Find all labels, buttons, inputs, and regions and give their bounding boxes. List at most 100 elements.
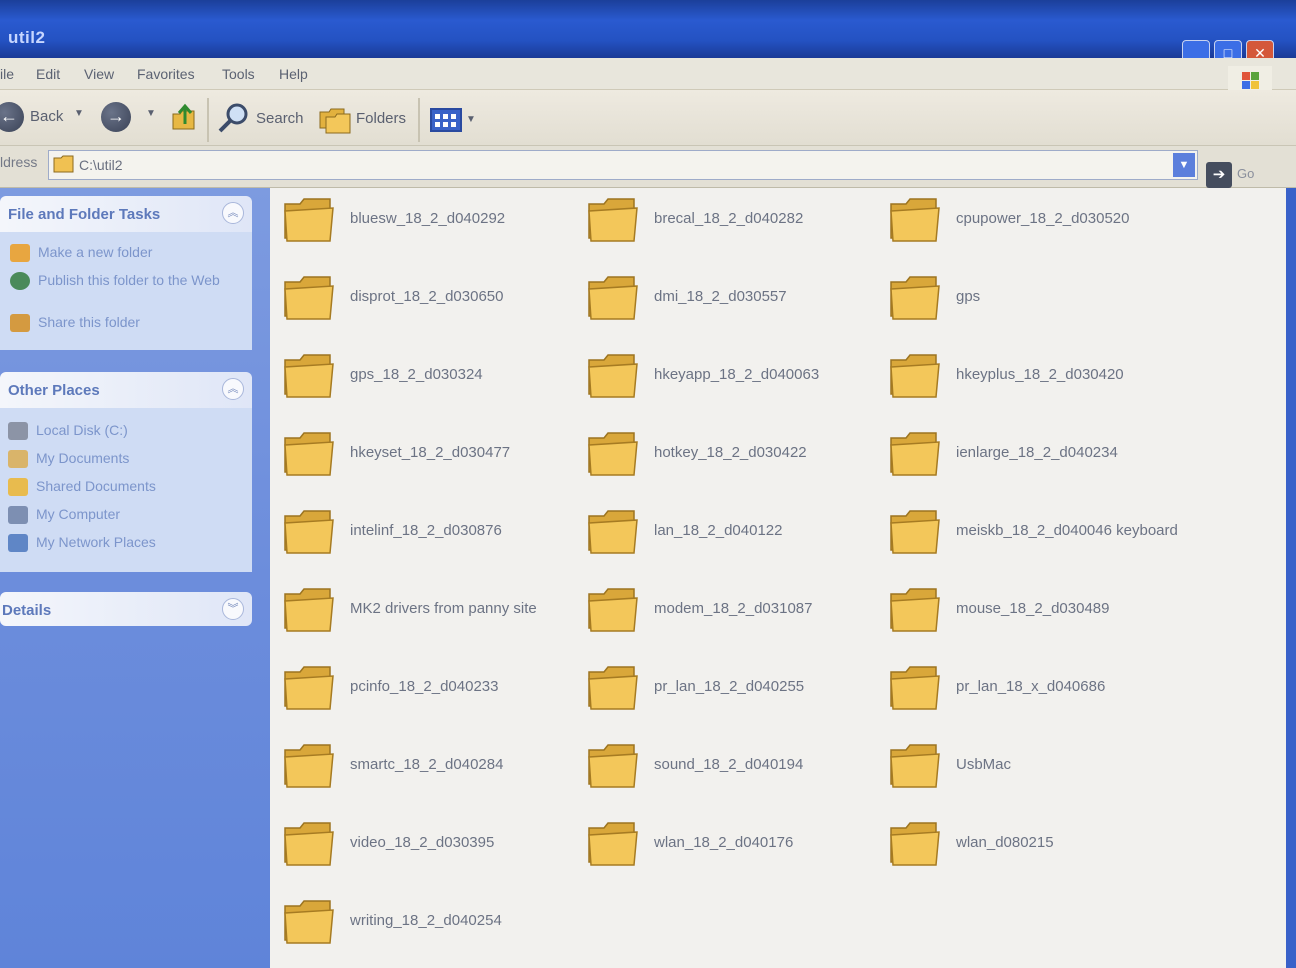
folders-icon[interactable] xyxy=(318,104,352,134)
folder-name: hkeyplus_18_2_d030420 xyxy=(956,366,1124,383)
back-arrow-icon[interactable]: ← xyxy=(0,102,24,132)
folder-icon xyxy=(282,820,336,868)
search-button-label[interactable]: Search xyxy=(256,110,304,127)
folder-name: hkeyset_18_2_d030477 xyxy=(350,444,511,461)
folder-item[interactable]: cpupower_18_2_d030520 xyxy=(888,194,1188,254)
up-folder-icon[interactable] xyxy=(170,102,198,132)
folder-icon xyxy=(282,898,336,946)
back-button-label[interactable]: Back xyxy=(30,108,63,125)
folder-name: disprot_18_2_d030650 xyxy=(350,288,504,305)
folder-icon xyxy=(888,196,942,244)
folder-item[interactable]: MK2 drivers from panny site xyxy=(282,584,582,644)
folder-item[interactable]: UsbMac xyxy=(888,740,1188,800)
place-label: My Computer xyxy=(36,506,121,522)
forward-dropdown-icon[interactable]: ▼ xyxy=(146,108,156,119)
folder-name: video_18_2_d030395 xyxy=(350,834,495,851)
folder-item[interactable]: disprot_18_2_d030650 xyxy=(282,272,582,332)
menu-file[interactable]: ile xyxy=(0,66,14,82)
menu-edit[interactable]: Edit xyxy=(36,66,60,82)
folder-item[interactable]: meiskb_18_2_d040046 keyboard xyxy=(888,506,1188,566)
folder-icon xyxy=(282,274,336,322)
folder-name: wlan_d080215 xyxy=(956,834,1054,851)
folders-button-label[interactable]: Folders xyxy=(356,110,406,127)
folder-name: hotkey_18_2_d030422 xyxy=(654,444,807,461)
go-button-label[interactable]: Go xyxy=(1237,166,1254,181)
address-bar: ldress C:\util2 ▼ ➔ Go xyxy=(0,146,1296,188)
place-label: Shared Documents xyxy=(36,478,156,494)
search-icon[interactable] xyxy=(217,102,251,134)
place-shared-documents[interactable]: Shared Documents xyxy=(8,478,156,497)
back-dropdown-icon[interactable]: ▼ xyxy=(74,108,84,119)
folder-item[interactable]: ienlarge_18_2_d040234 xyxy=(888,428,1188,488)
collapse-icon[interactable]: ︽ xyxy=(222,202,244,224)
folder-icon xyxy=(586,430,640,478)
place-label: Local Disk (C:) xyxy=(36,422,128,438)
folder-name: sound_18_2_d040194 xyxy=(654,756,804,773)
folder-icon xyxy=(53,155,75,173)
new-folder-icon xyxy=(10,244,30,263)
folder-item[interactable]: hkeyapp_18_2_d040063 xyxy=(586,350,886,410)
folder-item[interactable]: hkeyplus_18_2_d030420 xyxy=(888,350,1188,410)
folder-item[interactable]: pr_lan_18_x_d040686 xyxy=(888,662,1188,722)
menu-favorites[interactable]: Favorites xyxy=(137,66,195,82)
place-local-disk[interactable]: Local Disk (C:) xyxy=(8,422,128,441)
menu-bar: ile Edit View Favorites Tools Help xyxy=(0,58,1296,90)
folder-item[interactable]: brecal_18_2_d040282 xyxy=(586,194,886,254)
folder-item[interactable]: wlan_18_2_d040176 xyxy=(586,818,886,878)
task-label: Make a new folder xyxy=(38,244,153,260)
window-title: util2 xyxy=(8,28,46,47)
forward-arrow-icon[interactable]: → xyxy=(101,102,131,132)
menu-tools[interactable]: Tools xyxy=(222,66,255,82)
folder-name: lan_18_2_d040122 xyxy=(654,522,783,539)
folder-item[interactable]: gps xyxy=(888,272,1188,332)
place-network[interactable]: My Network Places xyxy=(8,534,156,553)
address-dropdown-icon[interactable]: ▼ xyxy=(1173,153,1195,177)
folder-name: pr_lan_18_2_d040255 xyxy=(654,678,805,695)
folder-item[interactable]: gps_18_2_d030324 xyxy=(282,350,582,410)
network-places-icon xyxy=(8,534,28,553)
folder-item[interactable]: smartc_18_2_d040284 xyxy=(282,740,582,800)
task-share-folder[interactable]: Share this folder xyxy=(10,314,140,333)
place-my-computer[interactable]: My Computer xyxy=(8,506,121,525)
folder-icon xyxy=(586,196,640,244)
folder-icon xyxy=(282,586,336,634)
folder-icon xyxy=(282,430,336,478)
folder-item[interactable]: pcinfo_18_2_d040233 xyxy=(282,662,582,722)
folder-icon xyxy=(888,352,942,400)
folder-item[interactable]: wlan_d080215 xyxy=(888,818,1188,878)
folder-item[interactable]: modem_18_2_d031087 xyxy=(586,584,886,644)
views-dropdown-icon[interactable]: ▼ xyxy=(466,114,476,125)
menu-view[interactable]: View xyxy=(84,66,114,82)
folder-item[interactable]: lan_18_2_d040122 xyxy=(586,506,886,566)
details-panel-header[interactable]: Details ︾ xyxy=(0,592,252,626)
toolbar-separator xyxy=(418,98,420,142)
collapse-icon[interactable]: ︽ xyxy=(222,378,244,400)
folder-item[interactable]: sound_18_2_d040194 xyxy=(586,740,886,800)
folder-icon xyxy=(888,430,942,478)
folder-icon xyxy=(282,508,336,556)
task-make-new-folder[interactable]: Make a new folder xyxy=(10,244,153,263)
folder-item[interactable]: video_18_2_d030395 xyxy=(282,818,582,878)
views-icon[interactable] xyxy=(430,108,462,132)
menu-help[interactable]: Help xyxy=(279,66,308,82)
folder-icon xyxy=(888,508,942,556)
folder-item[interactable]: hotkey_18_2_d030422 xyxy=(586,428,886,488)
folder-item[interactable]: dmi_18_2_d030557 xyxy=(586,272,886,332)
folder-item[interactable]: writing_18_2_d040254 xyxy=(282,896,582,956)
expand-icon[interactable]: ︾ xyxy=(222,598,244,620)
go-arrow-icon[interactable]: ➔ xyxy=(1206,162,1232,188)
tasks-panel-header[interactable]: File and Folder Tasks ︽ xyxy=(0,196,252,232)
address-input[interactable]: C:\util2 ▼ xyxy=(48,150,1198,180)
place-my-documents[interactable]: My Documents xyxy=(8,450,129,469)
folder-icon xyxy=(586,352,640,400)
folder-item[interactable]: bluesw_18_2_d040292 xyxy=(282,194,582,254)
folder-item[interactable]: intelinf_18_2_d030876 xyxy=(282,506,582,566)
folder-item[interactable]: hkeyset_18_2_d030477 xyxy=(282,428,582,488)
places-panel-header[interactable]: Other Places ︽ xyxy=(0,372,252,408)
local-disk-icon xyxy=(8,422,28,441)
folder-icon xyxy=(586,586,640,634)
folder-icon xyxy=(888,820,942,868)
folder-item[interactable]: mouse_18_2_d030489 xyxy=(888,584,1188,644)
folder-item[interactable]: pr_lan_18_2_d040255 xyxy=(586,662,886,722)
task-publish-web[interactable]: Publish this folder to the Web xyxy=(10,272,230,291)
